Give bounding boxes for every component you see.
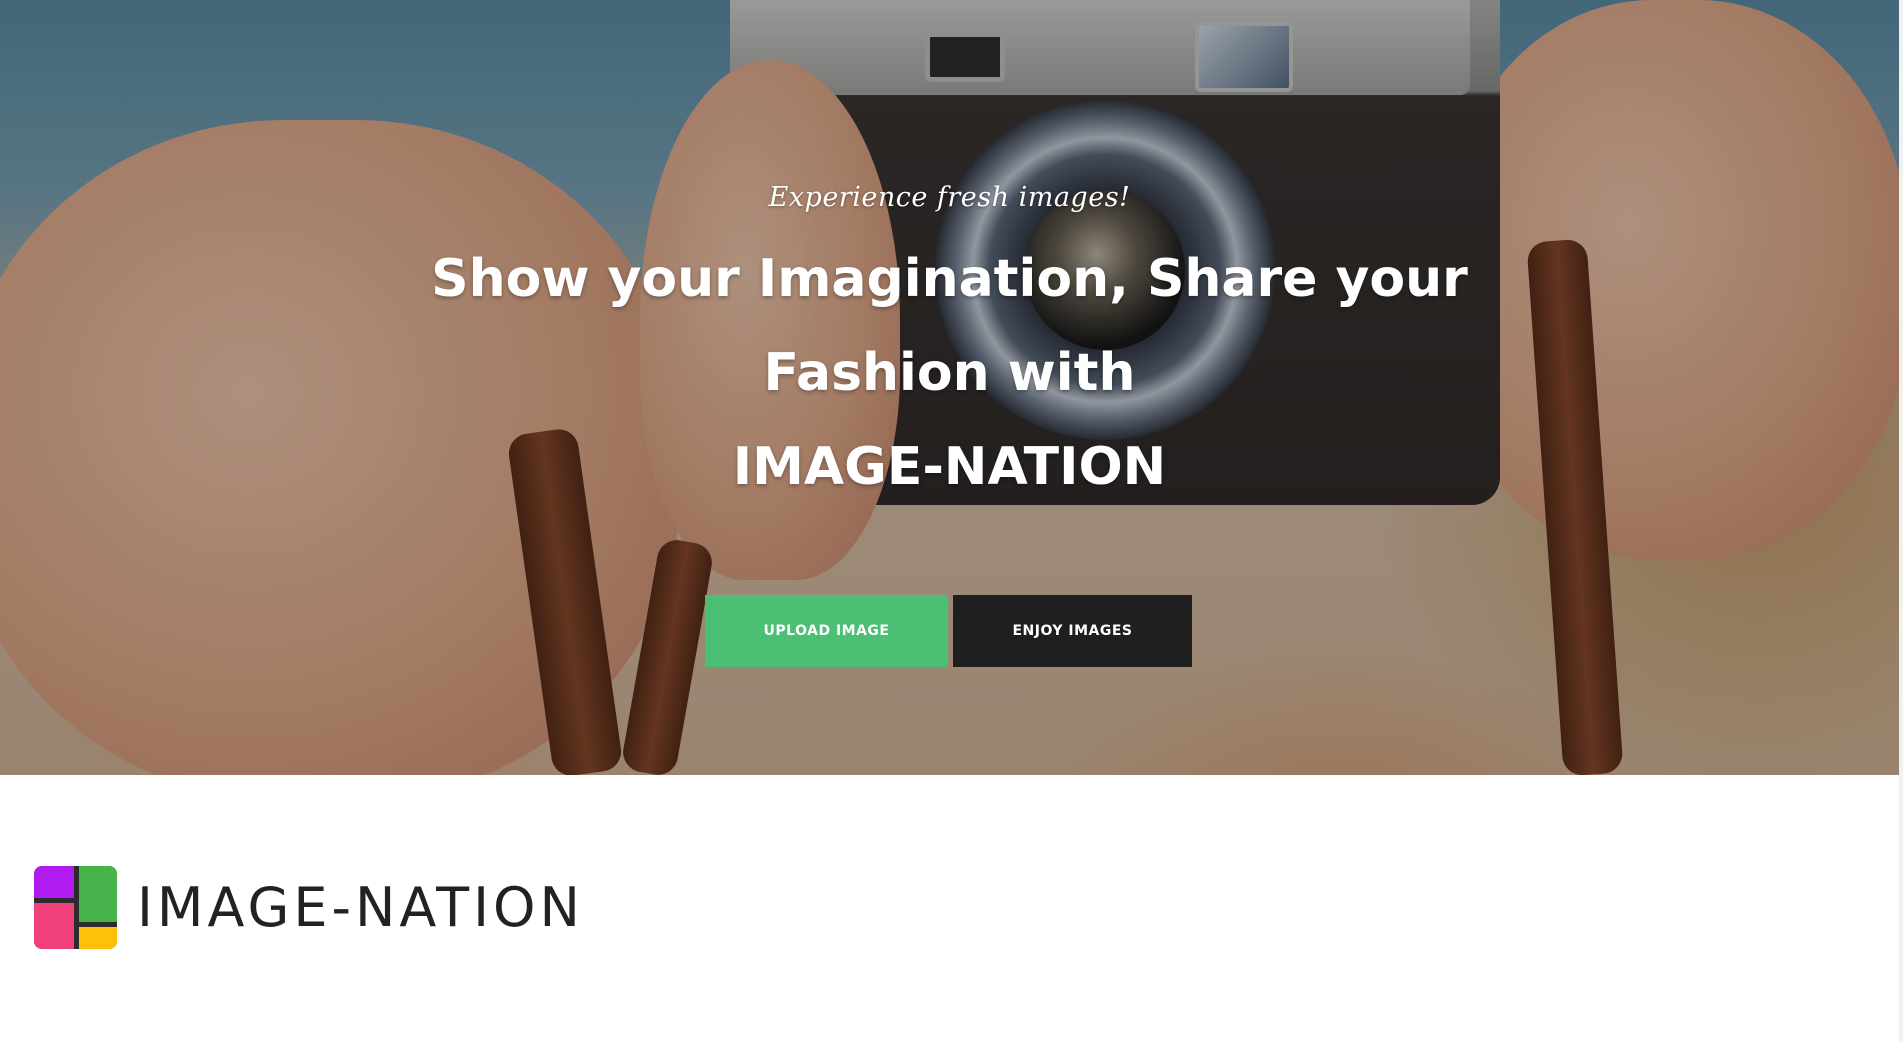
hero-tagline: Experience fresh images! [768, 182, 1131, 213]
hero-headline-text: Show your Imagination, Share your Fashio… [431, 249, 1468, 403]
logo-square-purple [34, 866, 74, 898]
logo-square-pink [34, 903, 74, 949]
enjoy-images-button[interactable]: ENJOY IMAGES [953, 595, 1192, 667]
brand-logo[interactable]: IMAGE-NATION [34, 866, 584, 949]
logo-square-yellow [79, 927, 117, 949]
hero-headline: Show your Imagination, Share your Fashio… [320, 232, 1579, 514]
logo-text: IMAGE-NATION [137, 876, 584, 939]
four-square-logo-icon [34, 866, 117, 949]
hero-section: Experience fresh images! Show your Imagi… [0, 0, 1899, 775]
upload-image-button[interactable]: UPLOAD IMAGE [705, 595, 948, 667]
hero-brand: IMAGE-NATION [732, 437, 1167, 497]
logo-square-green [79, 866, 117, 922]
page-scrollbar[interactable] [1899, 0, 1903, 1042]
